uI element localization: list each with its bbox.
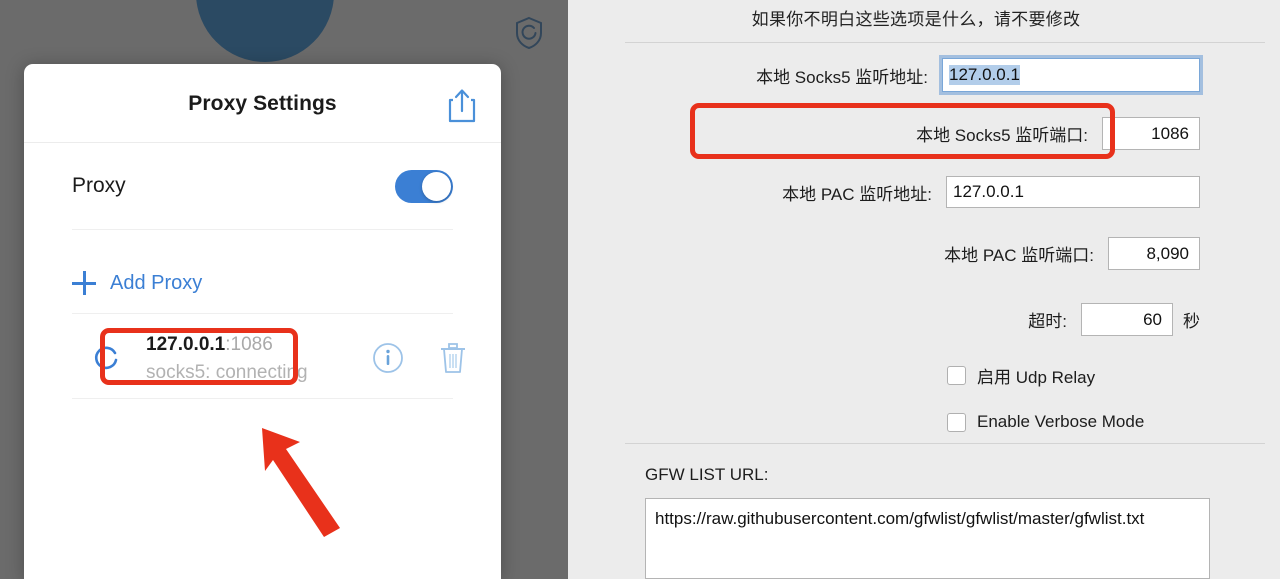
dialog-header: Proxy Settings (24, 64, 501, 143)
prefs-notice: 如果你不明白这些选项是什么，请不要修改 (751, 10, 1081, 29)
add-proxy-button[interactable]: Add Proxy (72, 271, 202, 295)
plus-icon (72, 271, 96, 295)
field-row-socks5-address: 本地 Socks5 监听地址: 127.0.0.1 (568, 58, 1200, 92)
proxy-port: :1086 (225, 334, 273, 355)
list-item[interactable]: 127.0.0.1:1086 socks5: connecting (72, 313, 465, 399)
proxy-host: 127.0.0.1 (146, 334, 226, 355)
socks5-port-value: 1086 (1151, 123, 1189, 143)
pac-port-value: 8,090 (1146, 243, 1189, 263)
field-row-pac-address: 本地 PAC 监听地址: 127.0.0.1 (568, 176, 1200, 208)
field-row-socks5-port: 本地 Socks5 监听端口: 1086 (568, 117, 1200, 150)
gfw-list-url-input[interactable]: https://raw.githubusercontent.com/gfwlis… (645, 498, 1210, 579)
spinner-icon (94, 345, 120, 371)
status-badge: socks5: connecting (146, 362, 308, 383)
udp-relay-checkbox[interactable] (947, 366, 966, 385)
verbose-mode-checkbox[interactable] (947, 412, 966, 432)
pac-port-label: 本地 PAC 监听端口: (944, 246, 1094, 265)
field-row-pac-port: 本地 PAC 监听端口: 8,090 (568, 237, 1200, 270)
proxy-label: Proxy (72, 174, 126, 197)
pac-port-input[interactable]: 8,090 (1108, 237, 1200, 270)
checkbox-row-udp-relay[interactable]: 启用 Udp Relay (947, 363, 1095, 388)
socks5-port-label: 本地 Socks5 监听端口: (916, 126, 1088, 145)
timeout-unit-label: 秒 (1183, 312, 1200, 331)
dialog-body: Proxy Add Proxy 127.0.0.1:1086 socks5: c… (24, 143, 501, 399)
timeout-label: 超时: (1028, 312, 1067, 331)
proxy-address: 127.0.0.1:1086 (146, 332, 308, 358)
socks5-port-input[interactable]: 1086 (1102, 117, 1200, 150)
shield-icon[interactable] (514, 16, 544, 50)
divider-bottom (625, 443, 1265, 444)
proxy-toggle-row: Proxy (72, 143, 453, 230)
divider-top (625, 42, 1265, 43)
trash-icon[interactable] (438, 341, 468, 375)
gfw-list-url-label: GFW LIST URL: (645, 465, 769, 484)
timeout-input[interactable]: 60 (1081, 303, 1173, 336)
page-title: Proxy Settings (188, 92, 337, 115)
timeout-value: 60 (1143, 309, 1162, 329)
share-icon[interactable] (445, 86, 479, 124)
info-circle-icon[interactable] (372, 342, 404, 374)
preferences-panel: 如果你不明白这些选项是什么，请不要修改 本地 Socks5 监听地址: 127.… (568, 0, 1280, 579)
pac-address-label: 本地 PAC 监听地址: (782, 184, 932, 204)
checkbox-row-verbose-mode[interactable]: Enable Verbose Mode (947, 412, 1144, 432)
field-row-timeout: 超时: 60 秒 (568, 303, 1200, 336)
socks5-address-input[interactable]: 127.0.0.1 (942, 58, 1200, 92)
toggle-knob (422, 171, 451, 201)
proxy-entry-text: 127.0.0.1:1086 socks5: connecting (146, 332, 308, 386)
socks5-address-value: 127.0.0.1 (949, 65, 1020, 85)
pac-address-value: 127.0.0.1 (953, 182, 1024, 201)
background-avatar-circle (196, 0, 334, 62)
verbose-mode-label: Enable Verbose Mode (977, 412, 1145, 431)
udp-relay-label: 启用 Udp Relay (977, 368, 1096, 387)
screenshot-root: Proxy Settings Proxy Add Proxy 127.0.0.1… (0, 0, 1280, 579)
proxy-toggle[interactable] (395, 169, 453, 203)
add-proxy-label: Add Proxy (110, 271, 203, 294)
socks5-address-label: 本地 Socks5 监听地址: (756, 67, 928, 87)
proxy-settings-dialog: Proxy Settings Proxy Add Proxy 127.0.0.1… (24, 64, 501, 579)
pac-address-input[interactable]: 127.0.0.1 (946, 176, 1200, 208)
